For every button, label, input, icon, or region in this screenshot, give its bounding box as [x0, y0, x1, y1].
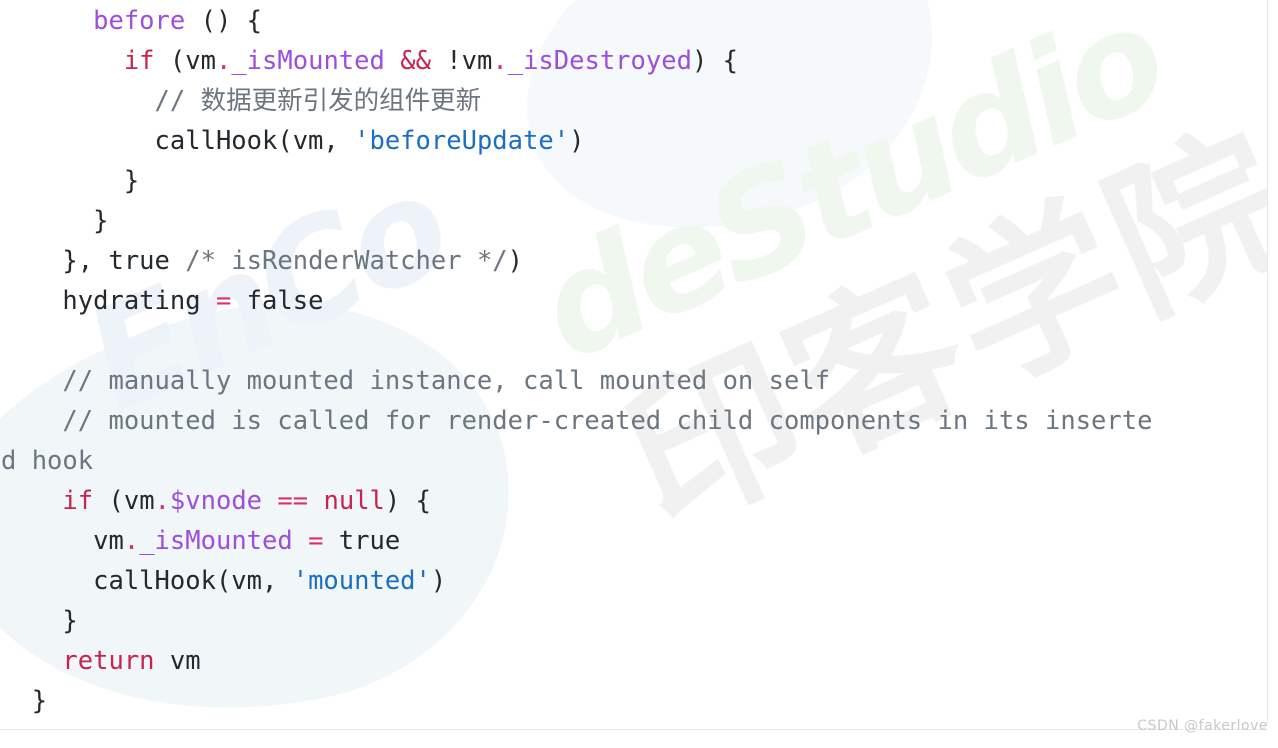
- code-line: }: [1, 681, 1267, 721]
- code-token-string: 'beforeUpdate': [354, 126, 570, 156]
- code-line: // manually mounted instance, call mount…: [1, 361, 1267, 401]
- code-token-plain: }: [31, 686, 48, 716]
- code-token-plain: !vm: [430, 46, 493, 76]
- csdn-credit-label: CSDN @fakerlove: [1137, 718, 1268, 734]
- code-token-operator: ==: [277, 486, 309, 516]
- code-lines[interactable]: before () { if (vm._isMounted && !vm._is…: [1, 1, 1267, 721]
- code-token-operator: .: [492, 46, 508, 76]
- code-line: }: [1, 601, 1267, 641]
- code-line: callHook(vm, 'beforeUpdate'): [1, 121, 1267, 161]
- code-token-property: _isDestroyed: [507, 46, 692, 76]
- code-token-property: $vnode: [169, 486, 263, 516]
- code-line: }, true /* isRenderWatcher */): [1, 241, 1267, 281]
- code-token-plain: true: [323, 526, 401, 556]
- code-block-container: EnCo deStudio 印客学院 before () { if (vm._i…: [0, 0, 1268, 730]
- code-token-plain: ): [569, 126, 585, 156]
- code-line: if (vm._isMounted && !vm._isDestroyed) {: [1, 41, 1267, 81]
- code-line: // mounted is called for render-created …: [1, 401, 1267, 441]
- code-token-plain: }: [62, 606, 78, 636]
- code-token-property: before: [93, 6, 186, 36]
- code-line: d hook: [1, 441, 1267, 481]
- code-token-operator: =: [308, 526, 324, 556]
- code-token-plain: () {: [185, 6, 263, 36]
- code-token-operator: =: [215, 286, 232, 316]
- code-line: callHook(vm, 'mounted'): [1, 561, 1267, 601]
- code-token-plain: callHook(vm,: [93, 566, 293, 596]
- code-token-plain: vm: [93, 526, 124, 556]
- code-token-plain: false: [231, 286, 324, 316]
- code-token-keyword: null: [323, 486, 385, 516]
- code-line: }: [1, 201, 1267, 241]
- code-token-plain: ) {: [691, 46, 739, 76]
- code-token-plain: }, true: [62, 246, 186, 276]
- code-token-comment: // 数据更新引发的组件更新: [154, 86, 482, 116]
- code-token-operator: .: [215, 46, 232, 76]
- code-token-plain: }: [123, 166, 140, 196]
- code-line: if (vm.$vnode == null) {: [1, 481, 1267, 521]
- code-token-comment: d hook: [1, 446, 94, 476]
- code-token-operator: .: [154, 486, 170, 516]
- code-token-plain: }: [93, 206, 109, 236]
- code-token-keyword: if: [123, 46, 155, 76]
- code-token-plain: ): [507, 246, 524, 276]
- code-token-plain: ) {: [384, 486, 431, 516]
- code-line: return vm: [1, 641, 1267, 681]
- code-token-keyword: return: [62, 646, 155, 676]
- code-token-property: _isMounted: [231, 46, 385, 76]
- code-surface[interactable]: before () { if (vm._isMounted && !vm._is…: [0, 0, 1267, 729]
- code-token-plain: (vm: [93, 486, 155, 516]
- code-token-property: _isMounted: [139, 526, 293, 556]
- code-token-string: 'mounted': [292, 566, 431, 596]
- code-line: vm._isMounted = true: [1, 521, 1267, 561]
- code-token-plain: hydrating: [62, 286, 216, 316]
- code-token-comment: /* isRenderWatcher */: [185, 246, 508, 276]
- code-token-keyword: if: [62, 486, 94, 516]
- code-token-plain: callHook(vm,: [154, 126, 355, 156]
- code-token-comment: // mounted is called for render-created …: [62, 406, 1153, 436]
- code-token-operator: .: [123, 526, 140, 556]
- code-line: }: [1, 161, 1267, 201]
- code-token-plain: (vm: [154, 46, 216, 76]
- code-token-keyword: &&: [400, 46, 431, 76]
- code-line: hydrating = false: [1, 281, 1267, 321]
- code-line: // 数据更新引发的组件更新: [1, 81, 1267, 121]
- code-line: before () {: [1, 1, 1267, 41]
- code-token-plain: ): [430, 566, 447, 596]
- code-token-comment: // manually mounted instance, call mount…: [62, 366, 831, 396]
- code-token-plain: vm: [154, 646, 201, 676]
